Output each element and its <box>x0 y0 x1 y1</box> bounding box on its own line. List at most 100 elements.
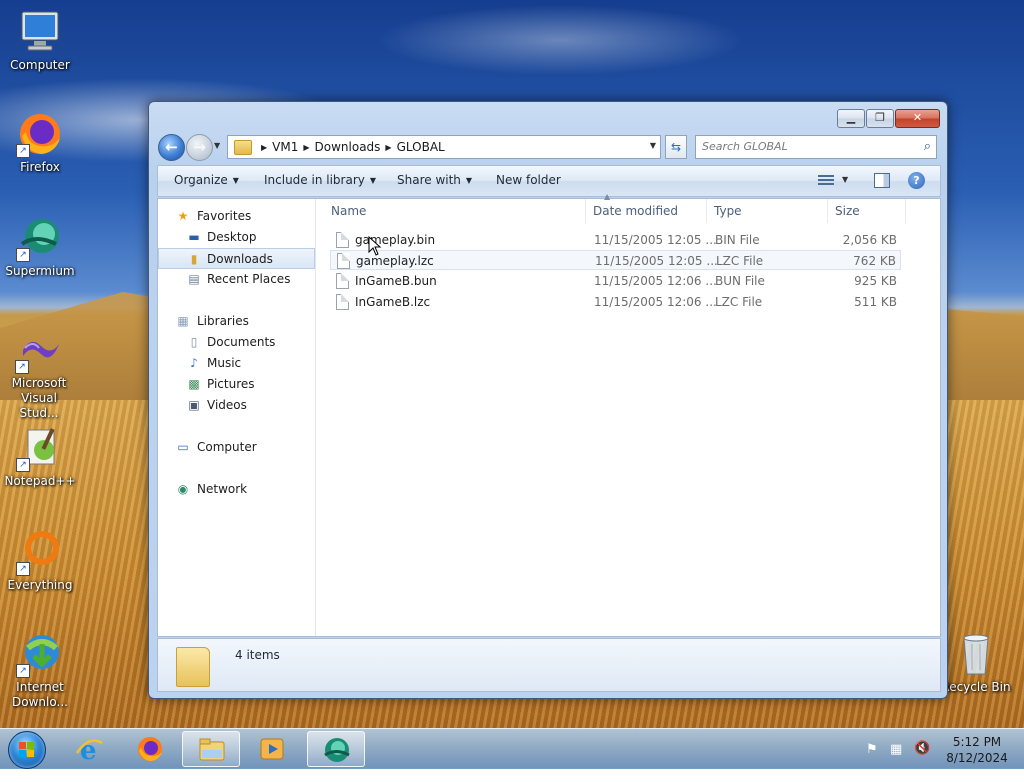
maximize-icon: ❐ <box>875 111 885 124</box>
address-bar[interactable]: ▶ VM1 ▶ Downloads ▶ GLOBAL ▼ <box>227 135 661 159</box>
computer-icon: ▭ <box>177 440 189 454</box>
desktop-icon-recycle-bin[interactable]: Recycle Bin <box>936 630 1016 695</box>
new-folder-button[interactable]: New folder <box>496 173 561 187</box>
taskbar-internet-explorer[interactable]: e <box>60 731 118 767</box>
folder-icon <box>234 139 252 155</box>
taskbar-file-explorer[interactable] <box>182 731 240 767</box>
nav-videos[interactable]: ▣ Videos <box>158 395 315 416</box>
nav-downloads[interactable]: ▮ Downloads <box>158 248 315 269</box>
start-button[interactable] <box>8 731 46 769</box>
file-type: BIN File <box>715 233 760 247</box>
forward-button[interactable]: → <box>186 134 213 161</box>
taskbar-media-player[interactable] <box>243 731 301 767</box>
nav-favorites[interactable]: ★ Favorites <box>158 206 315 227</box>
desktop-icon-notepadpp[interactable]: ↗ Notepad++ <box>0 424 80 489</box>
breadcrumb-separator-icon[interactable]: ▶ <box>303 143 309 152</box>
file-size: 925 KB <box>854 274 897 288</box>
nav-documents[interactable]: ▯ Documents <box>158 332 315 353</box>
include-in-library-button[interactable]: Include in library ▼ <box>264 173 376 187</box>
internet-download-manager-icon: ↗ <box>16 630 64 678</box>
desktop-icon-visual-studio[interactable]: ↗ Microsoft Visual Stud... <box>0 326 78 421</box>
organize-label: Organize <box>174 173 228 187</box>
command-bar: Organize ▼ Include in library ▼ Share with… <box>157 165 941 197</box>
file-row[interactable]: InGameB.lzc 11/15/2005 12:06 ... LZC Fil… <box>330 292 901 312</box>
desktop-icon-label: Notepad++ <box>4 474 76 488</box>
taskbar-supermium[interactable] <box>307 731 365 767</box>
supermium-icon: ↗ <box>16 214 64 262</box>
item-count: 4 items <box>235 648 280 662</box>
folder-icon <box>176 647 210 687</box>
nav-recent-places[interactable]: ▤ Recent Places <box>158 269 315 290</box>
file-name: InGameB.bun <box>355 274 437 288</box>
desktop-icon-label: Firefox <box>20 160 60 174</box>
search-icon[interactable]: ⌕ <box>924 139 931 154</box>
documents-icon: ▯ <box>190 335 198 349</box>
desktop-icon-computer[interactable]: Computer <box>0 8 80 73</box>
nav-computer[interactable]: ▭ Computer <box>158 437 315 458</box>
breadcrumb-separator-icon[interactable]: ▶ <box>385 143 391 152</box>
desktop-icon-everything[interactable]: ↗ Everything <box>0 528 80 593</box>
shortcut-arrow-icon: ↗ <box>16 144 30 158</box>
organize-button[interactable]: Organize ▼ <box>174 173 239 187</box>
nav-music[interactable]: ♪ Music <box>158 353 315 374</box>
network-status-icon[interactable]: ▦ <box>890 742 902 782</box>
column-header-type[interactable]: Type <box>707 199 828 223</box>
column-header-date-modified[interactable]: Date modified <box>586 199 707 223</box>
windows-logo-icon <box>19 742 35 758</box>
recent-pages-dropdown-icon[interactable]: ▼ <box>214 141 220 150</box>
details-pane: 4 items <box>157 638 941 692</box>
change-view-icon[interactable] <box>818 173 834 187</box>
file-row[interactable]: InGameB.bun 11/15/2005 12:06 ... BUN Fil… <box>330 271 901 291</box>
caption-buttons: ▁ ❐ ✕ <box>836 109 940 128</box>
column-header-size[interactable]: Size <box>828 199 906 223</box>
file-date-modified: 11/15/2005 12:06 ... <box>594 295 717 309</box>
system-clock[interactable]: 5:12 PM 8/12/2024 <box>942 734 1012 766</box>
search-box[interactable]: ⌕ <box>695 135 937 159</box>
chevron-down-icon: ▼ <box>232 176 239 185</box>
file-icon <box>336 294 349 310</box>
address-dropdown-icon[interactable]: ▼ <box>650 141 656 150</box>
help-icon[interactable]: ? <box>908 172 925 189</box>
desktop-icon-supermium[interactable]: ↗ Supermium <box>0 214 80 279</box>
nav-pictures[interactable]: ▩ Pictures <box>158 374 315 395</box>
breadcrumb-separator-icon[interactable]: ▶ <box>261 143 267 152</box>
shortcut-arrow-icon: ↗ <box>16 458 30 472</box>
file-row[interactable]: gameplay.bin 11/15/2005 12:05 ... BIN Fi… <box>330 230 901 250</box>
breadcrumb-vm1[interactable]: VM1 <box>272 140 298 154</box>
file-size: 511 KB <box>854 295 897 309</box>
back-button[interactable]: ← <box>158 134 185 161</box>
taskbar-firefox[interactable] <box>121 731 179 767</box>
action-center-flag-icon[interactable]: ⚑ <box>866 742 878 782</box>
preview-pane-icon[interactable] <box>874 173 890 188</box>
file-type: BUN File <box>715 274 765 288</box>
breadcrumb-global[interactable]: GLOBAL <box>397 140 445 154</box>
file-row[interactable]: gameplay.lzc 11/15/2005 12:05 ... LZC Fi… <box>330 250 901 270</box>
search-input[interactable] <box>702 136 902 156</box>
share-with-label: Share with <box>397 173 461 187</box>
view-options-dropdown-icon[interactable]: ▼ <box>842 175 848 184</box>
share-with-button[interactable]: Share with ▼ <box>397 173 472 187</box>
column-header-name[interactable]: Name <box>324 199 586 223</box>
forward-arrow-icon: → <box>193 138 206 156</box>
desktop-icon-firefox[interactable]: ↗ Firefox <box>0 110 80 175</box>
maximize-button[interactable]: ❐ <box>866 109 894 128</box>
close-button[interactable]: ✕ <box>895 109 940 128</box>
minimize-button[interactable]: ▁ <box>837 109 865 128</box>
shortcut-arrow-icon: ↗ <box>16 248 30 262</box>
volume-muted-icon[interactable]: 🔇 <box>914 741 930 781</box>
file-icon <box>336 273 349 289</box>
nav-desktop[interactable]: ▬ Desktop <box>158 227 315 248</box>
file-icon <box>336 232 349 248</box>
file-date-modified: 11/15/2005 12:05 ... <box>595 254 718 268</box>
desktop-icon-internet-download-manager[interactable]: ↗ Internet Downlo... <box>0 630 80 710</box>
refresh-button[interactable]: ⇆ <box>665 135 687 159</box>
nav-libraries[interactable]: ▦ Libraries <box>158 311 315 332</box>
nav-network[interactable]: ◉ Network <box>158 479 315 500</box>
new-folder-label: New folder <box>496 173 561 187</box>
breadcrumb-downloads[interactable]: Downloads <box>315 140 381 154</box>
explorer-window[interactable]: ▁ ❐ ✕ ← → ▼ ▶ VM1 ▶ Downloads ▶ GLOBAL ▼… <box>148 101 948 699</box>
nav-item-label: Favorites <box>197 209 252 223</box>
desktop-icon-label: Computer <box>10 58 70 72</box>
nav-item-label: Documents <box>207 335 276 349</box>
file-type: LZC File <box>716 254 764 268</box>
